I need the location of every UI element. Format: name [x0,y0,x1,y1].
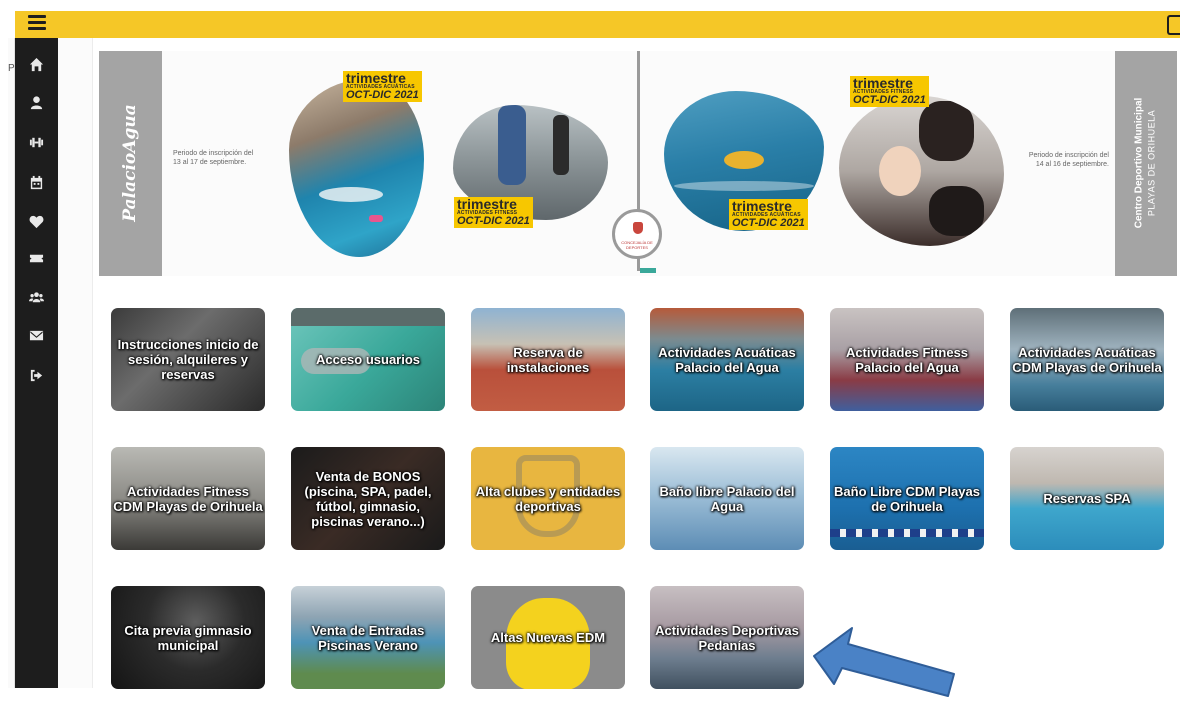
tile-label: Venta de BONOS (piscina, SPA, padel, fút… [304,468,432,529]
tile-label: Baño libre Palacio del Agua [659,483,795,514]
ticket-icon [29,254,44,262]
sign-out-icon [30,369,43,381]
calendar-icon [30,175,43,189]
content-gutter [58,38,93,688]
tile-aquatic-palacio[interactable]: Actividades Acuáticas Palacio del Agua [650,308,804,411]
tile-label: Actividades Acuáticas Palacio del Agua [658,344,796,375]
sidebar-item-tickets[interactable] [15,243,58,273]
top-right-button[interactable] [1167,15,1180,35]
tile-label: Actividades Deportivas Pedanías [655,622,799,653]
left-edge [8,38,15,688]
users-icon [29,291,44,302]
tile-free-swim-cdm[interactable]: Baño Libre CDM Playas de Orihuela [830,447,984,550]
promo-banner[interactable]: PalacioAgua Periodo de inscripción del 1… [99,51,1177,276]
page: P PalacioAgua Periodo de inscripción del… [0,0,1180,706]
tile-label: Altas Nuevas EDM [490,630,606,645]
sidebar-item-gym[interactable] [15,127,58,157]
tile-aquatic-cdm[interactable]: Actividades Acuáticas CDM Playas de Orih… [1010,308,1164,411]
tile-summer-pool-tickets[interactable]: Venta de Entradas Piscinas Verano [291,586,445,689]
tile-free-swim-palacio[interactable]: Baño libre Palacio del Agua [650,447,804,550]
tile-label: Actividades Fitness Palacio del Agua [845,344,969,375]
tile-label: Reserva de instalaciones [506,344,590,375]
tile-sports-pedanias[interactable]: Actividades Deportivas Pedanías [650,586,804,689]
banner-badge-1: trimestre ACTIVIDADES ACUÁTICAS OCT-DIC … [343,71,422,102]
tile-label: Baño Libre CDM Playas de Orihuela [834,483,980,514]
banner-right-strip: Centro Deportivo Municipal PLAYAS DE ORI… [1115,51,1177,276]
right-registration-period: Periodo de inscripción del 14 al 16 de s… [1028,152,1109,168]
tile-fitness-palacio[interactable]: Actividades Fitness Palacio del Agua [830,308,984,411]
boxing-photo-blob [839,96,1004,246]
aquatic-photo-blob [289,79,424,257]
sidebar-item-groups[interactable] [15,282,58,312]
tile-label: Venta de Entradas Piscinas Verano [311,622,425,653]
tile-club-registration[interactable]: Alta clubes y entidades deportivas [471,447,625,550]
tile-label: Actividades Fitness CDM Playas de Orihue… [113,483,263,514]
tile-edm-registration[interactable]: Altas Nuevas EDM [471,586,625,689]
cdm-logo-text: Centro Deportivo Municipal PLAYAS DE ORI… [1134,97,1157,229]
tile-label: Reservas SPA [1043,491,1131,506]
tile-label: Cita previa gimnasio municipal [124,622,252,653]
sidebar-item-calendar[interactable] [15,167,58,197]
sidebar-item-health[interactable] [15,206,58,236]
home-icon [29,57,44,71]
banner-left-strip: PalacioAgua [99,51,162,276]
banner-badge-4: trimestre ACTIVIDADES FITNESS OCT-DIC 20… [850,76,929,107]
user-icon [30,95,43,109]
dumbbell-icon [29,137,44,147]
cut-off-label: P [8,63,15,74]
tile-gym-appointment[interactable]: Cita previa gimnasio municipal [111,586,265,689]
tile-spa-booking[interactable]: Reservas SPA [1010,447,1164,550]
tile-label: Actividades Acuáticas CDM Playas de Orih… [1012,344,1162,375]
envelope-icon [29,330,44,340]
banner-badge-2: trimestre ACTIVIDADES FITNESS OCT-DIC 20… [454,197,533,228]
tile-user-access[interactable]: Acceso usuarios [291,308,445,411]
tile-facility-booking[interactable]: Reserva de instalaciones [471,308,625,411]
tile-label: Instrucciones inicio de sesión, alquiler… [117,337,259,382]
sidebar-item-home[interactable] [15,49,58,79]
banner-badge-3: trimestre ACTIVIDADES ACUÁTICAS OCT-DIC … [729,199,808,230]
heartbeat-icon [29,215,44,228]
tile-instructions[interactable]: Instrucciones inicio de sesión, alquiler… [111,308,265,411]
concejalia-seal: CONCEJALÍA DE DEPORTES [612,209,662,259]
pointer-arrow-icon [813,627,955,697]
top-bar [15,11,1180,38]
tile-bonus-sales[interactable]: Venta de BONOS (piscina, SPA, padel, fút… [291,447,445,550]
sidebar [15,38,58,688]
sidebar-item-profile[interactable] [15,87,58,117]
sidebar-item-logout[interactable] [15,360,58,390]
left-registration-period: Periodo de inscripción del 13 al 17 de s… [173,150,254,166]
tile-fitness-cdm[interactable]: Actividades Fitness CDM Playas de Orihue… [111,447,265,550]
carousel-indicator[interactable] [640,268,656,273]
palacio-agua-logo: PalacioAgua [120,104,140,222]
hamburger-menu-icon[interactable] [28,15,46,31]
tile-label: Acceso usuarios [315,352,421,367]
tile-label: Alta clubes y entidades deportivas [475,483,621,514]
sidebar-item-messages[interactable] [15,320,58,350]
